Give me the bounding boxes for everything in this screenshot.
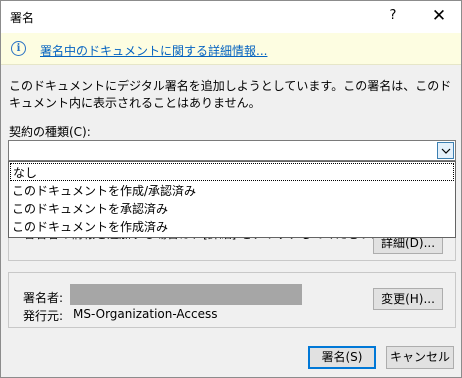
window-title: 署名 xyxy=(10,11,35,25)
close-button[interactable]: ✕ xyxy=(427,5,451,27)
info-bar: i 署名中のドキュメントに関する詳細情報... xyxy=(1,33,461,65)
sign-button[interactable]: 署名(S) xyxy=(308,346,376,369)
dropdown-option-created[interactable]: このドキュメントを作成済み xyxy=(10,218,454,236)
dropdown-option-approved[interactable]: このドキュメントを承認済み xyxy=(10,200,454,218)
signer-name-redacted xyxy=(70,284,302,305)
signer-label: 署名者: xyxy=(23,291,64,305)
dropdown-option-created-approved[interactable]: このドキュメントを作成/承認済み xyxy=(10,182,454,200)
sign-dialog: 署名 ? ✕ i 署名中のドキュメントに関する詳細情報... このドキュメントに… xyxy=(0,0,462,378)
commitment-type-dropdown-list: なし このドキュメントを作成/承認済み このドキュメントを承認済み このドキュメ… xyxy=(8,161,456,238)
help-button[interactable]: ? xyxy=(381,5,405,27)
issuer-label: 発行元: xyxy=(23,309,64,323)
title-bar: 署名 ? ✕ xyxy=(1,1,461,33)
commitment-type-label: 契約の種類(C): xyxy=(9,125,91,139)
change-button[interactable]: 変更(H)... xyxy=(373,288,443,310)
learn-more-link[interactable]: 署名中のドキュメントに関する詳細情報... xyxy=(40,42,267,59)
description-text: このドキュメントにデジタル署名を追加しようとしています。この署名は、このドキュメ… xyxy=(9,79,452,110)
chevron-down-icon xyxy=(441,148,451,154)
dropdown-option-none[interactable]: なし xyxy=(10,163,454,181)
cancel-button[interactable]: キャンセル xyxy=(386,346,454,369)
issuer-value: MS-Organization-Access xyxy=(73,307,218,321)
commitment-type-combobox[interactable] xyxy=(8,140,456,161)
dropdown-toggle[interactable] xyxy=(437,142,454,159)
info-icon: i xyxy=(11,41,26,56)
signer-group: 署名者: 発行元: MS-Organization-Access 変更(H)..… xyxy=(8,272,456,328)
